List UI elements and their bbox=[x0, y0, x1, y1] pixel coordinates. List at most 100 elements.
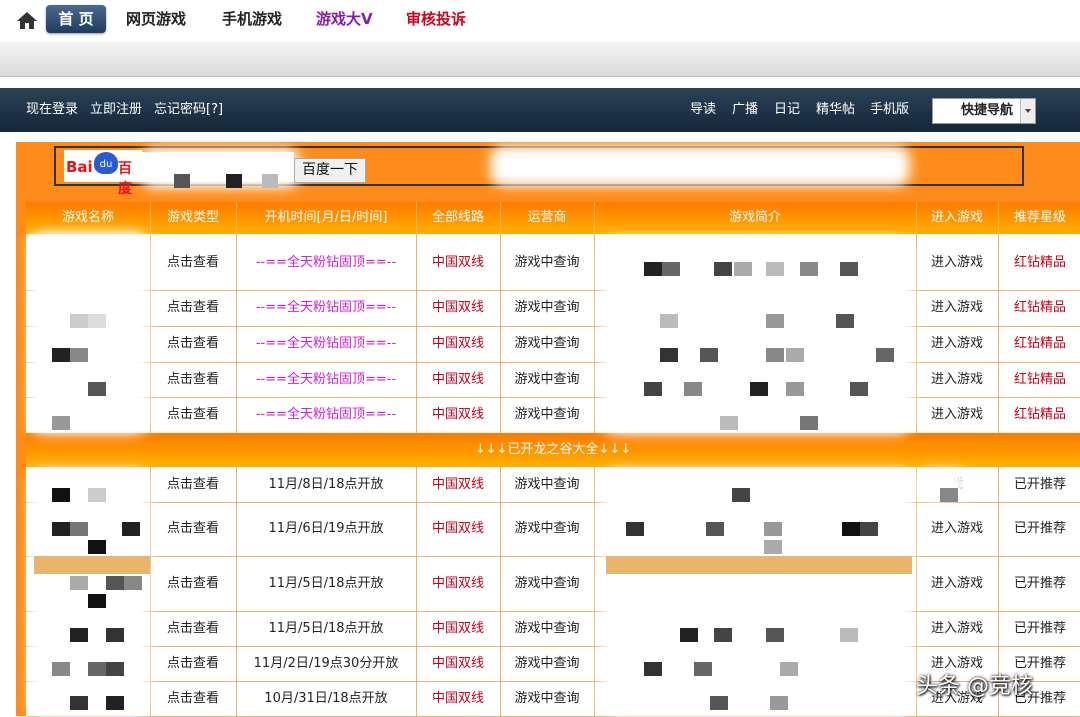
cell-operator: 游戏中查询 bbox=[514, 691, 580, 706]
cell-star: 红钻精品 bbox=[1014, 300, 1067, 315]
cell-line: 中国双线 bbox=[431, 372, 484, 387]
link-guide[interactable]: 导读 bbox=[690, 88, 716, 132]
nav-web-games[interactable]: 网页游戏 bbox=[126, 0, 186, 38]
mosaic-block bbox=[680, 628, 698, 642]
cell-type[interactable]: 点击查看 bbox=[150, 611, 236, 646]
mosaic-block bbox=[262, 174, 278, 188]
login-link[interactable]: 现在登录 bbox=[26, 88, 78, 132]
mosaic-block bbox=[660, 348, 678, 362]
blur-mask bbox=[30, 470, 148, 716]
cell-type[interactable]: 点击查看 bbox=[150, 362, 236, 397]
forgot-password-link[interactable]: 忘记密码[?] bbox=[154, 88, 223, 132]
cell-type[interactable]: 点击查看 bbox=[150, 556, 236, 611]
chevron-down-icon bbox=[1020, 99, 1035, 123]
cell-type[interactable]: 点击查看 bbox=[150, 326, 236, 362]
cell-star: 红钻精品 bbox=[1014, 255, 1067, 270]
cell-operator: 游戏中查询 bbox=[514, 300, 580, 315]
mosaic-block bbox=[860, 522, 878, 536]
cell-type[interactable]: 点击查看 bbox=[150, 467, 236, 502]
mosaic-block bbox=[88, 314, 106, 328]
register-link[interactable]: 立即注册 bbox=[90, 88, 142, 132]
mosaic-block bbox=[70, 314, 88, 328]
mosaic-block bbox=[780, 662, 798, 676]
cell-time: --==全天粉钻固顶==-- bbox=[255, 372, 397, 387]
mosaic-block bbox=[124, 576, 142, 590]
cell-line: 中国双线 bbox=[431, 656, 484, 671]
quick-nav-select[interactable]: 快捷导航 bbox=[932, 98, 1036, 124]
cell-enter[interactable]: 进入游戏 bbox=[916, 362, 998, 397]
cell-enter[interactable]: 进入游戏 bbox=[916, 290, 998, 326]
cell-type[interactable]: 点击查看 bbox=[150, 646, 236, 681]
mosaic-block bbox=[70, 522, 88, 536]
cell-type[interactable]: 点击查看 bbox=[150, 681, 236, 716]
cell-enter[interactable]: 进入游戏 bbox=[916, 397, 998, 433]
header-line: 全部线路 bbox=[431, 210, 484, 225]
mosaic-block bbox=[122, 522, 140, 536]
mosaic-block bbox=[70, 348, 88, 362]
mosaic-block bbox=[88, 594, 106, 608]
header-star: 推荐星级 bbox=[1014, 210, 1067, 225]
cell-line: 中国双线 bbox=[431, 336, 484, 351]
mosaic-block bbox=[106, 576, 124, 590]
cell-type[interactable]: 点击查看 bbox=[150, 397, 236, 433]
nav-complaint[interactable]: 审核投诉 bbox=[406, 0, 466, 38]
cell-type[interactable]: 点击查看 bbox=[150, 290, 236, 326]
header-intro: 游戏简介 bbox=[728, 210, 781, 225]
cell-enter[interactable]: 进入游戏 bbox=[916, 236, 998, 290]
mosaic-block bbox=[70, 696, 88, 710]
home-icon[interactable] bbox=[16, 10, 38, 30]
mosaic-block bbox=[764, 540, 782, 554]
link-diary[interactable]: 日记 bbox=[774, 88, 800, 132]
cell-operator: 游戏中查询 bbox=[514, 656, 580, 671]
nav-mobile-games[interactable]: 手机游戏 bbox=[222, 0, 282, 38]
mosaic-block bbox=[710, 696, 728, 710]
mosaic-block bbox=[766, 314, 784, 328]
cell-operator: 游戏中查询 bbox=[514, 407, 580, 422]
cell-line: 中国双线 bbox=[431, 576, 484, 591]
cell-enter[interactable]: 进入游戏 bbox=[916, 502, 998, 556]
mosaic-block bbox=[766, 628, 784, 642]
cell-time: 11月/8日/18点开放 bbox=[268, 477, 384, 492]
mosaic-block bbox=[70, 576, 88, 590]
cell-line: 中国双线 bbox=[431, 477, 484, 492]
link-digest[interactable]: 精华帖 bbox=[816, 88, 855, 132]
paw-icon: du bbox=[94, 152, 118, 174]
cell-enter[interactable]: 进入游戏 bbox=[916, 611, 998, 646]
mosaic-block bbox=[786, 382, 804, 396]
cell-enter[interactable]: 进入游戏 bbox=[916, 556, 998, 611]
mosaic-block bbox=[706, 522, 724, 536]
section-divider-banner: ↓↓↓已开龙之谷大全↓↓↓ bbox=[26, 433, 1080, 467]
cell-time: --==全天粉钻固顶==-- bbox=[255, 255, 397, 270]
nav-game-v[interactable]: 游戏大V bbox=[316, 0, 373, 38]
link-broadcast[interactable]: 广播 bbox=[732, 88, 758, 132]
cell-star: 已开推荐 bbox=[1014, 576, 1067, 591]
mosaic-block bbox=[644, 382, 662, 396]
cell-star: 已开推荐 bbox=[1014, 621, 1067, 636]
mosaic-block bbox=[940, 488, 958, 502]
cell-time: 11月/2日/19点30分开放 bbox=[253, 656, 399, 671]
cell-star: 红钻精品 bbox=[1014, 372, 1067, 387]
nav-home[interactable]: 首 页 bbox=[46, 5, 106, 33]
mosaic-block bbox=[106, 696, 124, 710]
mosaic-block bbox=[644, 662, 662, 676]
cell-time: 11月/6日/19点开放 bbox=[268, 521, 384, 536]
cell-line: 中国双线 bbox=[431, 521, 484, 536]
mosaic-block bbox=[766, 262, 784, 276]
cell-type[interactable]: 点击查看 bbox=[150, 236, 236, 290]
mosaic-block bbox=[88, 662, 106, 676]
cell-type[interactable]: 点击查看 bbox=[150, 502, 236, 556]
header-enter: 进入游戏 bbox=[930, 210, 983, 225]
cell-star: 已开推荐 bbox=[1014, 477, 1067, 492]
cell-star: 已开推荐 bbox=[1014, 521, 1067, 536]
mosaic-block bbox=[700, 348, 718, 362]
cell-enter[interactable]: 进入游戏 bbox=[916, 326, 998, 362]
mask-strip bbox=[606, 556, 912, 574]
mosaic-block bbox=[732, 488, 750, 502]
baidu-search-button[interactable]: 百度一下 bbox=[294, 158, 366, 183]
header-game-type: 游戏类型 bbox=[166, 210, 219, 225]
blur-mask bbox=[30, 232, 148, 434]
header-game-name: 游戏名称 bbox=[61, 210, 114, 225]
cell-time: --==全天粉钻固顶==-- bbox=[255, 407, 397, 422]
cell-time: 11月/5日/18点开放 bbox=[268, 621, 384, 636]
link-mobile[interactable]: 手机版 bbox=[870, 88, 909, 132]
